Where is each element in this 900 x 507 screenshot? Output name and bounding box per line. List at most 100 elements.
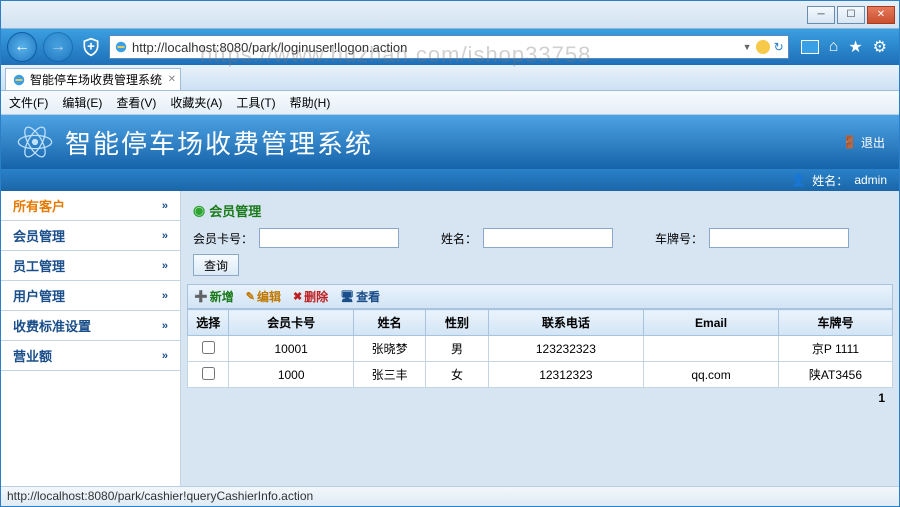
data-grid: 选择会员卡号姓名性别联系电话Email车牌号 10001张晓梦男12323232… (187, 309, 893, 388)
chevron-right-icon: » (162, 320, 168, 332)
sidebar-item-label: 会员管理 (13, 226, 65, 245)
dropdown-icon[interactable]: ▼ (743, 42, 752, 52)
delete-icon: ✖ (293, 290, 302, 303)
sidebar-item-5[interactable]: 营业额 » (1, 341, 180, 371)
status-bar: http://localhost:8080/park/cashier!query… (1, 486, 899, 506)
sidebar-item-label: 员工管理 (13, 256, 65, 275)
col-gender: 性别 (426, 310, 488, 336)
browser-tab[interactable]: 智能停车场收费管理系统 ✕ (5, 68, 181, 90)
card-input[interactable] (259, 228, 399, 248)
view-button[interactable]: 🖥查看 (340, 288, 380, 305)
menu-file[interactable]: 文件(F) (9, 94, 48, 111)
chevron-right-icon: » (162, 230, 168, 242)
bullet-icon: ◉ (193, 202, 205, 219)
menu-tools[interactable]: 工具(T) (236, 94, 275, 111)
menu-view[interactable]: 查看(V) (116, 94, 156, 111)
app-header: 智能停车场收费管理系统 🚪 退出 (1, 115, 899, 169)
cell-name: 张晓梦 (353, 336, 426, 362)
chevron-right-icon: » (162, 290, 168, 302)
edit-icon: ✎ (246, 290, 255, 303)
refresh-icon[interactable]: ↻ (774, 40, 784, 54)
grid-toolbar: ➕新增 ✎编辑 ✖删除 🖥查看 (187, 284, 893, 309)
view-icon: 🖥 (340, 290, 354, 303)
cell-gender: 男 (426, 336, 488, 362)
username-value: admin (854, 173, 887, 187)
cell-email (644, 336, 779, 362)
content-area: ◉ 会员管理 会员卡号： 姓名： 车牌号： 查询 ➕新增 ✎编辑 ✖删除 🖥查看… (181, 191, 899, 486)
delete-button[interactable]: ✖删除 (293, 288, 328, 305)
cell-gender: 女 (426, 362, 488, 388)
name-input[interactable] (483, 228, 613, 248)
cell-plate: 京P 1111 (778, 336, 892, 362)
row-checkbox[interactable] (202, 341, 215, 354)
logout-link[interactable]: 🚪 退出 (842, 134, 885, 151)
row-checkbox[interactable] (202, 367, 215, 380)
url-input[interactable] (132, 40, 739, 55)
sidebar-item-3[interactable]: 用户管理 » (1, 281, 180, 311)
ie-icon (114, 40, 128, 54)
add-button[interactable]: ➕新增 (194, 288, 234, 305)
cell-card: 1000 (229, 362, 353, 388)
cell-card: 10001 (229, 336, 353, 362)
logo-icon (15, 122, 55, 162)
chevron-right-icon: » (162, 350, 168, 362)
user-strip: 👤 姓名： admin (1, 169, 899, 191)
sidebar-item-2[interactable]: 员工管理 » (1, 251, 180, 281)
maximize-button[interactable]: ☐ (837, 6, 865, 24)
chevron-right-icon: » (162, 260, 168, 272)
browser-menubar: 文件(F) 编辑(E) 查看(V) 收藏夹(A) 工具(T) 帮助(H) (1, 91, 899, 115)
cell-email: qq.com (644, 362, 779, 388)
plate-input[interactable] (709, 228, 849, 248)
app-title: 智能停车场收费管理系统 (65, 124, 373, 161)
cell-plate: 陕AT3456 (778, 362, 892, 388)
sidebar-item-label: 营业额 (13, 346, 52, 365)
browser-navbar: ← → ▼ ↻ ⌂ ★ ⚙ (1, 29, 899, 65)
shield-icon[interactable] (79, 35, 103, 59)
sidebar: 所有客户 » 会员管理 » 员工管理 » 用户管理 » 收费标准设置 » 营业额 » (1, 191, 181, 486)
sidebar-item-0[interactable]: 所有客户 » (1, 191, 180, 221)
home-icon[interactable]: ⌂ (829, 38, 839, 56)
logout-icon: 🚪 (842, 135, 857, 149)
cell-phone: 12312323 (488, 362, 644, 388)
menu-edit[interactable]: 编辑(E) (62, 94, 102, 111)
username-label: 姓名： (812, 172, 848, 189)
col-card: 会员卡号 (229, 310, 353, 336)
sidebar-item-label: 收费标准设置 (13, 316, 91, 335)
tab-close-icon[interactable]: ✕ (168, 74, 176, 85)
sidebar-item-label: 用户管理 (13, 286, 65, 305)
plate-label: 车牌号： (655, 230, 703, 247)
logout-label: 退出 (861, 134, 885, 151)
sidebar-item-label: 所有客户 (13, 196, 65, 215)
picture-icon[interactable] (801, 40, 819, 54)
menu-favorites[interactable]: 收藏夹(A) (170, 94, 222, 111)
minimize-button[interactable]: ─ (807, 6, 835, 24)
workspace: 所有客户 » 会员管理 » 员工管理 » 用户管理 » 收费标准设置 » 营业额 » ◉ 会员管理 会… (1, 191, 899, 486)
smiley-icon[interactable] (756, 40, 770, 54)
sidebar-item-1[interactable]: 会员管理 » (1, 221, 180, 251)
gear-icon[interactable]: ⚙ (873, 37, 887, 57)
name-label: 姓名： (441, 230, 477, 247)
chevron-right-icon: » (162, 200, 168, 212)
add-icon: ➕ (194, 290, 208, 303)
pager: 1 (187, 388, 893, 408)
forward-button[interactable]: → (43, 32, 73, 62)
tab-title: 智能停车场收费管理系统 (30, 71, 162, 88)
col-sel: 选择 (188, 310, 229, 336)
query-button[interactable]: 查询 (193, 254, 239, 276)
ie-icon (12, 73, 26, 87)
menu-help[interactable]: 帮助(H) (290, 94, 331, 111)
favorites-icon[interactable]: ★ (848, 37, 862, 57)
col-plate: 车牌号 (778, 310, 892, 336)
col-email: Email (644, 310, 779, 336)
table-row[interactable]: 1000张三丰女12312323qq.com陕AT3456 (188, 362, 893, 388)
card-label: 会员卡号： (193, 230, 253, 247)
back-button[interactable]: ← (7, 32, 37, 62)
user-icon: 👤 (791, 173, 806, 187)
address-bar[interactable]: ▼ ↻ (109, 35, 789, 59)
close-button[interactable]: ✕ (867, 6, 895, 24)
cell-phone: 123232323 (488, 336, 644, 362)
window-titlebar: ─ ☐ ✕ (1, 1, 899, 29)
edit-button[interactable]: ✎编辑 (246, 288, 281, 305)
table-row[interactable]: 10001张晓梦男123232323 京P 1111 (188, 336, 893, 362)
sidebar-item-4[interactable]: 收费标准设置 » (1, 311, 180, 341)
